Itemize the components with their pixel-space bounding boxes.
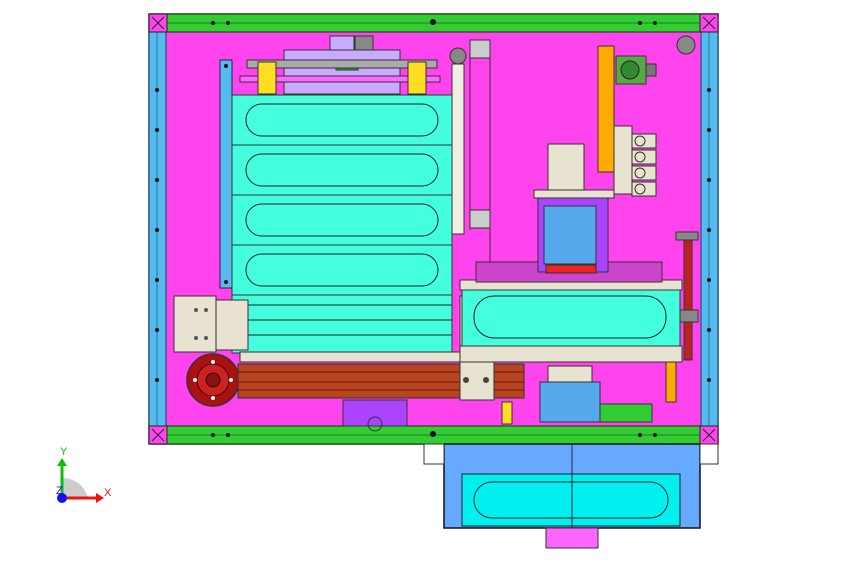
valve-bank[interactable] [613,125,657,197]
tray-stack[interactable] [231,94,453,354]
clamp-block[interactable] [539,381,601,423]
purple-block[interactable] [342,399,408,427]
left-guide-bar[interactable] [219,59,233,289]
top-cylinder-block[interactable] [283,49,401,95]
vertical-linear-rail[interactable] [451,63,465,235]
z-axis-label: Z [56,485,63,497]
orange-arm[interactable] [597,45,615,173]
x-axis-arrow [96,493,104,503]
x-axis-label: X [104,487,112,499]
coordinate-triad: X Y Z [56,446,112,503]
left-actuator-plate[interactable] [173,295,217,353]
small-yellow-part[interactable] [501,401,513,425]
y-axis-arrow [57,458,67,466]
assembly-top-view: X Y Z [56,13,719,549]
right-guide-rail[interactable] [683,235,693,361]
round-pad[interactable] [676,35,696,55]
sensor-board[interactable] [599,403,653,423]
outlet-foot[interactable] [545,527,599,549]
blue-lift-block[interactable] [543,205,597,265]
y-axis-label: Y [60,446,68,458]
cad-graphics-area[interactable]: X Y Z [0,0,867,562]
